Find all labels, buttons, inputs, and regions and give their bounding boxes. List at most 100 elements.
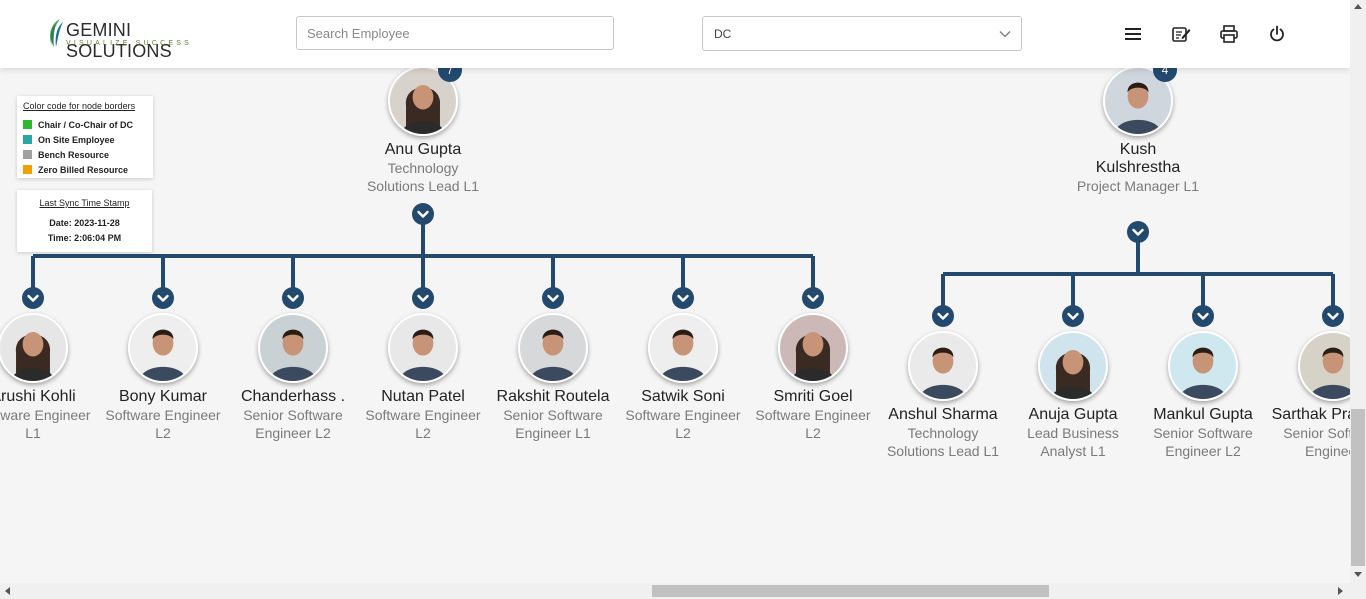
legend-swatch bbox=[23, 165, 32, 174]
sync-time: Time: 2:06:04 PM bbox=[47, 233, 122, 243]
chevron-down-icon bbox=[1197, 312, 1209, 320]
avatar[interactable] bbox=[0, 313, 68, 383]
power-icon[interactable] bbox=[1267, 24, 1287, 44]
scroll-up-arrow-icon[interactable] bbox=[1354, 4, 1362, 9]
legend-label: On Site Employee bbox=[38, 135, 115, 145]
chevron-down-icon bbox=[1067, 312, 1079, 320]
leaf-logo-icon bbox=[50, 19, 63, 47]
employee-designation: Project Manager L1 bbox=[1076, 178, 1200, 194]
menu-icon[interactable] bbox=[1123, 24, 1143, 44]
avatar[interactable] bbox=[1168, 331, 1238, 401]
scroll-right-arrow-icon[interactable] bbox=[1338, 587, 1343, 595]
expand-toggle-button[interactable] bbox=[412, 203, 434, 225]
avatar[interactable] bbox=[388, 313, 458, 383]
person-photo bbox=[390, 315, 456, 381]
department-selected-value: DC bbox=[714, 27, 732, 41]
employee-designation: Technology Solutions Lead L1 bbox=[366, 160, 480, 194]
employee-name: Kush Kulshrestha bbox=[1095, 141, 1181, 176]
employee-designation: Software Engineer L2 bbox=[105, 407, 221, 441]
person-photo bbox=[260, 315, 326, 381]
scroll-left-arrow-icon[interactable] bbox=[5, 587, 10, 595]
vertical-scroll-thumb[interactable] bbox=[1351, 409, 1365, 566]
employee-designation: Technology Solutions Lead L1 bbox=[886, 425, 1000, 459]
sync-title: Last Sync Time Stamp bbox=[39, 198, 130, 208]
employee-designation: Software Engineer L1 bbox=[0, 407, 91, 441]
employee-designation: Software Engineer L2 bbox=[625, 407, 741, 441]
logo-tagline: VISUALIZE SUCCESS bbox=[66, 40, 192, 47]
print-icon[interactable] bbox=[1219, 24, 1239, 44]
employee-name: Nutan Patel bbox=[381, 388, 465, 405]
chevron-down-icon bbox=[1132, 228, 1144, 236]
expand-toggle-button[interactable] bbox=[1127, 221, 1149, 243]
employee-designation: Senior Software Engineer L2 bbox=[1153, 425, 1253, 459]
employee-name: Anshul Sharma bbox=[888, 406, 998, 423]
expand-toggle-button[interactable] bbox=[22, 287, 44, 309]
person-photo bbox=[0, 315, 66, 381]
person-photo bbox=[1170, 333, 1236, 399]
avatar[interactable] bbox=[258, 313, 328, 383]
employee-name: Anuja Gupta bbox=[1028, 406, 1118, 423]
avatar[interactable] bbox=[908, 331, 978, 401]
chevron-down-icon bbox=[999, 31, 1011, 38]
legend-swatch bbox=[23, 135, 32, 144]
person-photo bbox=[520, 315, 586, 381]
legend-label: Bench Resource bbox=[38, 150, 110, 160]
expand-toggle-button[interactable] bbox=[932, 305, 954, 327]
chevron-down-icon bbox=[27, 294, 39, 302]
avatar[interactable] bbox=[518, 313, 588, 383]
chevron-down-icon bbox=[287, 294, 299, 302]
chevron-down-icon bbox=[807, 294, 819, 302]
employee-designation: Software Engineer L2 bbox=[365, 407, 481, 441]
expand-toggle-button[interactable] bbox=[1322, 305, 1344, 327]
sync-timestamp-panel: Last Sync Time Stamp Date: 2023-11-28 Ti… bbox=[17, 190, 152, 252]
avatar[interactable] bbox=[128, 313, 198, 383]
chevron-down-icon bbox=[417, 210, 429, 218]
sync-date: Date: 2023-11-28 bbox=[49, 218, 120, 228]
employee-name: Rakshit Routela bbox=[496, 388, 610, 405]
chevron-down-icon bbox=[937, 312, 949, 320]
chevron-down-icon bbox=[677, 294, 689, 302]
legend-item: Zero Billed Resource bbox=[23, 165, 128, 176]
scroll-down-arrow-icon[interactable] bbox=[1354, 572, 1362, 577]
expand-toggle-button[interactable] bbox=[802, 287, 824, 309]
expand-toggle-button[interactable] bbox=[282, 287, 304, 309]
legend-swatch bbox=[23, 120, 32, 129]
company-logo[interactable]: GEMINI SOLUTIONS VISUALIZE SUCCESS bbox=[46, 16, 216, 61]
legend-label: Chair / Co-Chair of DC bbox=[38, 120, 134, 130]
person-photo bbox=[780, 315, 846, 381]
horizontal-scroll-thumb[interactable] bbox=[652, 585, 1049, 597]
employee-name: Mankul Gupta bbox=[1153, 406, 1253, 423]
employee-designation: Lead Business Analyst L1 bbox=[1027, 425, 1119, 459]
expand-toggle-button[interactable] bbox=[152, 287, 174, 309]
legend-swatch bbox=[23, 150, 32, 159]
employee-name: Chanderhass . bbox=[240, 388, 346, 405]
employee-name: Smriti Goel bbox=[773, 388, 853, 405]
department-select[interactable]: DC bbox=[702, 16, 1022, 51]
expand-toggle-button[interactable] bbox=[672, 287, 694, 309]
legend-title: Color code for node borders bbox=[23, 101, 136, 111]
expand-toggle-button[interactable] bbox=[1062, 305, 1084, 327]
expand-toggle-button[interactable] bbox=[412, 287, 434, 309]
employee-designation: Senior Software Engineer L2 bbox=[243, 407, 343, 441]
person-photo bbox=[130, 315, 196, 381]
expand-toggle-button[interactable] bbox=[1192, 305, 1214, 327]
avatar[interactable] bbox=[778, 313, 848, 383]
chevron-down-icon bbox=[547, 294, 559, 302]
avatar[interactable] bbox=[648, 313, 718, 383]
search-employee-input[interactable] bbox=[296, 16, 614, 50]
employee-name: Arushi Kohli bbox=[0, 388, 76, 405]
employee-designation: Software Engineer L2 bbox=[755, 407, 871, 441]
chevron-down-icon bbox=[157, 294, 169, 302]
legend-label: Zero Billed Resource bbox=[38, 165, 129, 175]
employee-name: Bony Kumar bbox=[118, 388, 208, 405]
employee-name: Satwik Soni bbox=[641, 388, 725, 405]
expand-toggle-button[interactable] bbox=[542, 287, 564, 309]
legend-item: Chair / Co-Chair of DC bbox=[23, 120, 133, 131]
person-photo bbox=[650, 315, 716, 381]
person-photo bbox=[910, 333, 976, 399]
employee-name: Anu Gupta bbox=[384, 141, 462, 158]
notes-icon[interactable] bbox=[1171, 24, 1191, 44]
avatar[interactable] bbox=[1038, 331, 1108, 401]
person-photo bbox=[1040, 333, 1106, 399]
legend-item: On Site Employee bbox=[23, 135, 115, 146]
